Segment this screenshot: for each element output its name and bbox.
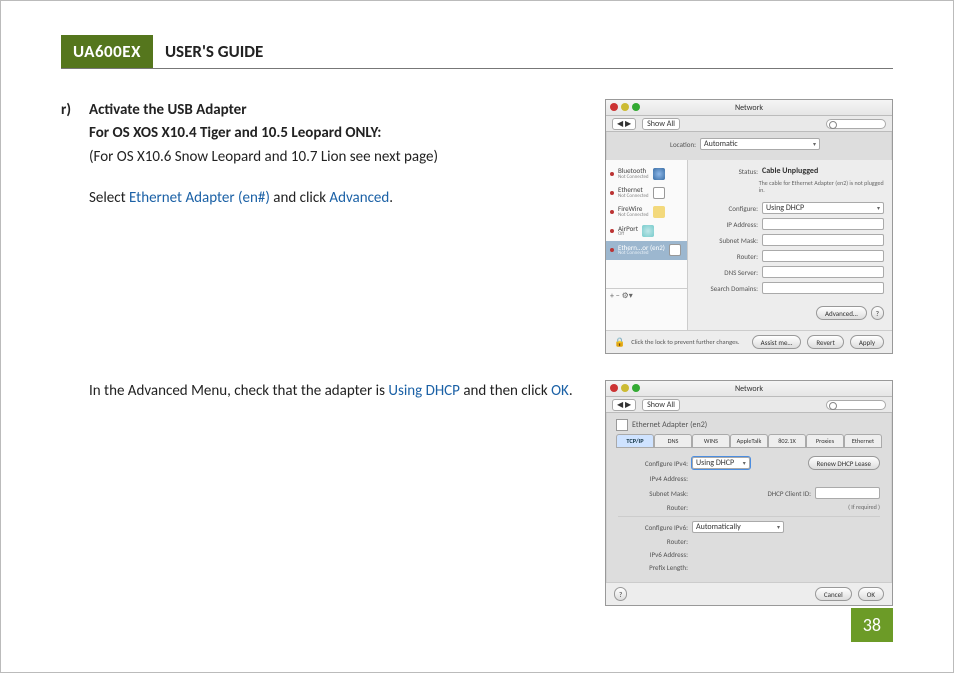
configure-ipv4-select[interactable]: Using DHCP bbox=[692, 457, 750, 469]
step-marker: r) bbox=[61, 99, 89, 210]
configure-select[interactable]: Using DHCP bbox=[762, 202, 884, 214]
link-advanced: Advanced bbox=[329, 189, 389, 207]
window-controls[interactable] bbox=[610, 103, 640, 111]
window-title: Network bbox=[735, 384, 763, 394]
show-all-button[interactable]: Show All bbox=[642, 399, 680, 411]
sidebar-item-ethernet-adapter[interactable]: Ethern...or (en2)Not Connected bbox=[606, 241, 687, 260]
sidebar-footer[interactable]: + − ⚙▾ bbox=[606, 288, 687, 303]
ethernet-icon bbox=[653, 187, 665, 199]
step-paren: (For OS X10.6 Snow Leopard and 10.7 Lion… bbox=[89, 146, 438, 169]
search-input[interactable] bbox=[826, 400, 886, 410]
renew-dhcp-button[interactable]: Renew DHCP Lease bbox=[808, 456, 880, 470]
window-title: Network bbox=[735, 103, 763, 113]
ip-address-input[interactable] bbox=[762, 218, 884, 230]
tab-appletalk[interactable]: AppleTalk bbox=[730, 434, 768, 447]
network-sidebar: BluetoothNot Connected EthernetNot Conne… bbox=[606, 160, 688, 330]
brand-badge: UA600EX bbox=[61, 35, 153, 68]
tab-ethernet[interactable]: Ethernet bbox=[844, 434, 882, 447]
status-value: Cable Unplugged bbox=[762, 166, 818, 176]
step-instruction: Select Ethernet Adapter (en#) and click … bbox=[89, 187, 438, 210]
status-note: The cable for Ethernet Adapter (en2) is … bbox=[759, 180, 884, 194]
search-input[interactable] bbox=[826, 119, 886, 129]
sidebar-item-bluetooth[interactable]: BluetoothNot Connected bbox=[606, 164, 687, 183]
advanced-instruction: In the Advanced Menu, check that the ada… bbox=[61, 380, 581, 403]
tab-8021x[interactable]: 802.1X bbox=[768, 434, 806, 447]
help-button[interactable]: ? bbox=[614, 587, 627, 601]
assist-me-button[interactable]: Assist me… bbox=[752, 335, 802, 349]
router-input[interactable] bbox=[762, 250, 884, 262]
tab-wins[interactable]: WINS bbox=[692, 434, 730, 447]
sidebar-item-airport[interactable]: AirPortOff bbox=[606, 222, 687, 241]
link-ok: OK bbox=[551, 382, 569, 400]
bluetooth-icon bbox=[653, 168, 665, 180]
header: UA600EX USER'S GUIDE bbox=[61, 35, 893, 69]
ethernet-adapter-icon bbox=[669, 244, 681, 256]
step-title: Activate the USB Adapter bbox=[89, 99, 438, 122]
link-ethernet-adapter: Ethernet Adapter (en#) bbox=[129, 189, 270, 207]
airport-icon bbox=[642, 225, 654, 237]
revert-button[interactable]: Revert bbox=[807, 335, 844, 349]
cancel-button[interactable]: Cancel bbox=[815, 587, 852, 601]
advanced-tabs: TCP/IP DNS WINS AppleTalk 802.1X Proxies… bbox=[616, 434, 882, 448]
subnet-mask-input[interactable] bbox=[762, 234, 884, 246]
screenshot-network-prefs: Network ◀ ▶ Show All Location: Automatic… bbox=[605, 99, 893, 354]
tab-proxies[interactable]: Proxies bbox=[806, 434, 844, 447]
ok-button[interactable]: OK bbox=[858, 587, 884, 601]
location-select[interactable]: Automatic bbox=[700, 138, 820, 150]
firewire-icon bbox=[653, 206, 665, 218]
sidebar-item-ethernet[interactable]: EthernetNot Connected bbox=[606, 183, 687, 202]
dns-server-input[interactable] bbox=[762, 266, 884, 278]
lock-icon[interactable]: 🔒 bbox=[614, 337, 625, 348]
configure-label: Configure: bbox=[696, 204, 758, 213]
screenshot-network-advanced: Network ◀ ▶ Show All Ethernet Adapter (e… bbox=[605, 380, 893, 606]
apply-button[interactable]: Apply bbox=[850, 335, 884, 349]
nav-back-forward[interactable]: ◀ ▶ bbox=[612, 118, 636, 130]
nav-back-forward[interactable]: ◀ ▶ bbox=[612, 399, 636, 411]
dhcp-client-id-input[interactable] bbox=[815, 487, 880, 499]
ethernet-icon bbox=[616, 419, 628, 431]
lock-note: Click the lock to prevent further change… bbox=[631, 338, 739, 346]
window-controls[interactable] bbox=[610, 384, 640, 392]
advanced-button[interactable]: Advanced… bbox=[816, 306, 867, 320]
location-label: Location: bbox=[616, 140, 696, 149]
guide-title: USER'S GUIDE bbox=[153, 35, 273, 68]
tab-dns[interactable]: DNS bbox=[654, 434, 692, 447]
step-subtitle: For OS XOS X10.4 Tiger and 10.5 Leopard … bbox=[89, 122, 438, 145]
search-domains-input[interactable] bbox=[762, 282, 884, 294]
help-button[interactable]: ? bbox=[871, 306, 884, 320]
sidebar-item-firewire[interactable]: FireWireNot Connected bbox=[606, 202, 687, 221]
link-using-dhcp: Using DHCP bbox=[388, 382, 460, 400]
status-label: Status: bbox=[696, 167, 758, 176]
show-all-button[interactable]: Show All bbox=[642, 118, 680, 130]
adapter-name: Ethernet Adapter (en2) bbox=[632, 420, 707, 430]
page-number: 38 bbox=[851, 608, 893, 642]
tab-tcpip[interactable]: TCP/IP bbox=[616, 434, 654, 447]
configure-ipv6-select[interactable]: Automatically bbox=[692, 521, 784, 533]
